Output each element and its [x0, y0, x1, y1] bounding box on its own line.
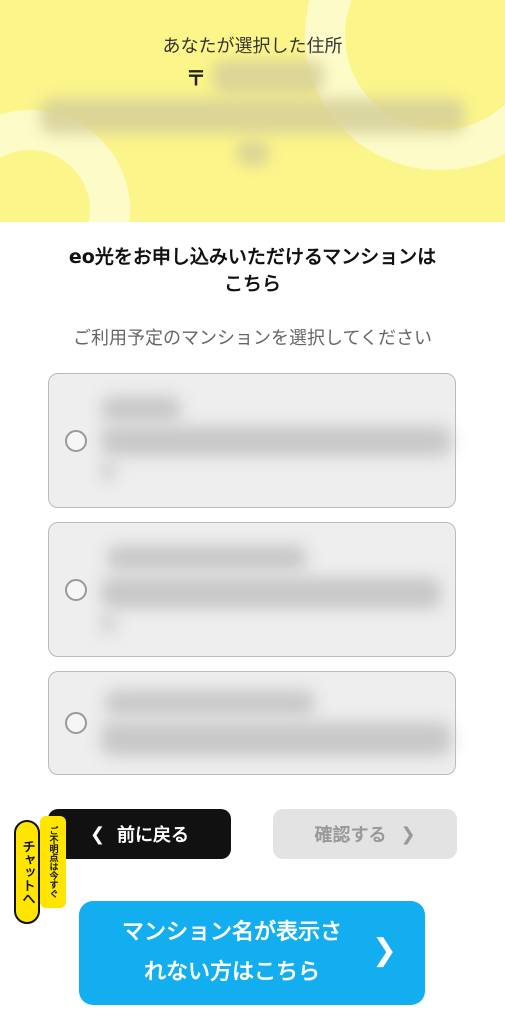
redacted-building-info	[101, 722, 451, 756]
cta-label: マンション名が表示さ れない方はこちら	[97, 913, 367, 993]
decorative-ring	[305, 0, 505, 170]
instruction-text: ご利用予定のマンションを選択してください	[73, 328, 432, 349]
redacted-address	[40, 98, 465, 134]
chat-label: チャットへ	[19, 839, 35, 905]
chat-subtitle: ご不明点は今すぐ	[47, 826, 58, 898]
radio-button[interactable]	[65, 430, 87, 452]
redacted-building-info	[101, 396, 181, 422]
redacted-postal-code	[212, 60, 324, 94]
building-option-1[interactable]	[48, 373, 456, 508]
redacted-building-info	[101, 426, 451, 456]
radio-button[interactable]	[65, 712, 87, 734]
chevron-left-icon: ❮	[89, 823, 106, 845]
redacted-address-line	[236, 140, 270, 166]
chevron-right-icon: ❯	[371, 933, 397, 968]
heading-line-1: eo光をお申し込みいただけるマンションは	[68, 246, 437, 268]
address-title: あなたが選択した住所	[162, 36, 343, 57]
redacted-building-info	[101, 462, 115, 480]
chat-subtitle-badge[interactable]: ご不明点は今すぐ	[40, 816, 66, 908]
building-option-2[interactable]	[48, 522, 456, 657]
redacted-building-info	[101, 577, 441, 609]
confirm-button[interactable]: 確認する ❯	[273, 809, 457, 859]
page-heading: eo光をお申し込みいただけるマンションは こちら	[0, 244, 505, 298]
back-button-label: 前に戻る	[117, 825, 190, 846]
redacted-building-info	[107, 545, 307, 571]
postal-mark: 〒	[186, 66, 206, 90]
cta-label-line-2: れない方はこちら	[143, 960, 320, 985]
chat-button[interactable]: チャットへ	[14, 820, 40, 924]
radio-button[interactable]	[65, 579, 87, 601]
cta-label-line-1: マンション名が表示さ	[121, 920, 342, 945]
back-button[interactable]: ❮ 前に戻る	[48, 809, 231, 859]
confirm-button-label: 確認する	[314, 825, 387, 846]
chevron-right-icon: ❯	[400, 823, 416, 845]
building-option-3[interactable]	[48, 671, 456, 775]
redacted-building-info	[101, 615, 115, 633]
selected-address-panel: あなたが選択した住所 〒	[0, 0, 505, 222]
heading-line-2: こちら	[223, 273, 281, 295]
building-not-listed-button[interactable]: マンション名が表示さ れない方はこちら ❯	[79, 901, 425, 1005]
redacted-building-info	[105, 690, 315, 716]
